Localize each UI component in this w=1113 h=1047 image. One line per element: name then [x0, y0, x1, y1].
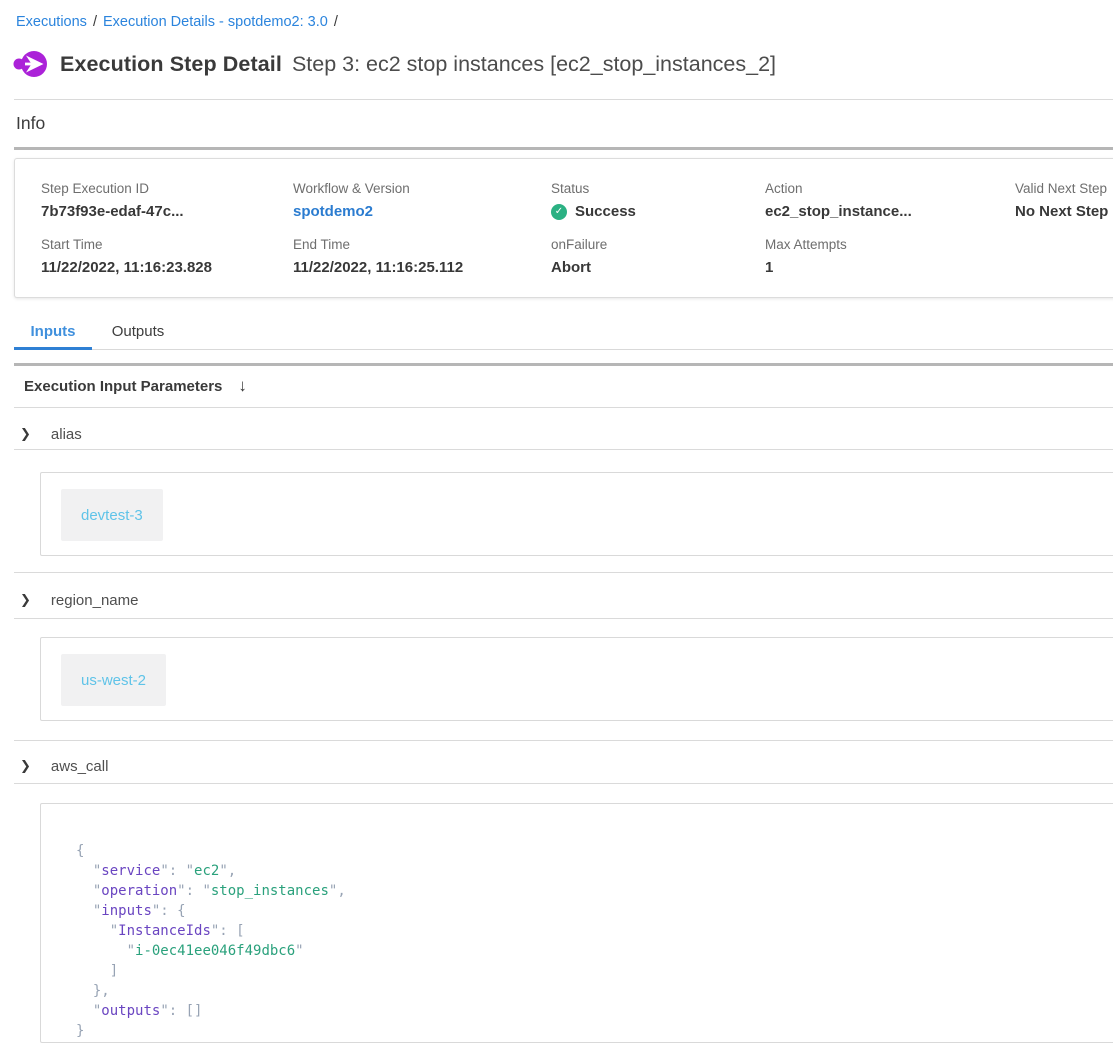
- info-field-action: Action ec2_stop_instance...: [765, 181, 1015, 220]
- chevron-right-icon: ❯: [20, 592, 31, 608]
- info-field-workflow-version: Workflow & Version spotdemo2: [293, 181, 551, 220]
- info-field-value: No Next Step: [1015, 203, 1113, 220]
- info-divider: [14, 147, 1113, 150]
- workflow-logo-icon: [13, 47, 47, 81]
- title-divider: [14, 99, 1113, 100]
- params-header: Execution Input Parameters ↓: [24, 376, 247, 396]
- info-field-label: Workflow & Version: [293, 181, 551, 196]
- param-row-alias[interactable]: ❯ alias: [14, 420, 1113, 448]
- tab-outputs-label: Outputs: [112, 323, 165, 340]
- info-field-onfailure: onFailure Abort: [551, 237, 765, 276]
- param-value-panel-aws-call: { "service": "ec2", "operation": "stop_i…: [40, 803, 1113, 1043]
- param-name: region_name: [51, 592, 139, 609]
- breadcrumb-link-executions[interactable]: Executions: [16, 14, 87, 30]
- page-subtitle: Step 3: ec2 stop instances [ec2_stop_ins…: [292, 52, 776, 77]
- info-field-label: Step Execution ID: [41, 181, 293, 196]
- breadcrumb-separator: /: [334, 14, 338, 30]
- page-header: Execution Step Detail Step 3: ec2 stop i…: [13, 47, 776, 81]
- param-name: alias: [51, 426, 82, 443]
- info-field-valid-next-step: Valid Next Step No Next Step: [1015, 181, 1113, 220]
- info-field-label: Max Attempts: [765, 237, 1015, 252]
- param-value-chip: us-west-2: [61, 654, 166, 706]
- info-field-label: onFailure: [551, 237, 765, 252]
- info-heading: Info: [16, 113, 45, 134]
- param-value-panel-region-name: us-west-2: [40, 637, 1113, 721]
- divider: [14, 449, 1113, 450]
- divider: [14, 407, 1113, 408]
- info-field-status: Status ✓ Success: [551, 181, 765, 220]
- active-tab-indicator: [14, 347, 92, 350]
- info-field-label: Action: [765, 181, 1015, 196]
- param-value-panel-alias: devtest-3: [40, 472, 1113, 556]
- info-field-value: 11/22/2022, 11:16:23.828: [41, 259, 293, 276]
- check-circle-icon: ✓: [551, 204, 567, 220]
- info-field-step-execution-id: Step Execution ID 7b73f93e-edaf-47c...: [41, 181, 293, 220]
- info-field-value: 7b73f93e-edaf-47c...: [41, 203, 293, 220]
- breadcrumb-link-execution-details[interactable]: Execution Details - spotdemo2: 3.0: [103, 14, 328, 30]
- status-badge: ✓ Success: [551, 203, 765, 220]
- param-row-region-name[interactable]: ❯ region_name: [14, 586, 1113, 614]
- section-divider: [14, 363, 1113, 366]
- breadcrumb-separator: /: [93, 14, 97, 30]
- info-field-label: End Time: [293, 237, 551, 252]
- info-field-label: Start Time: [41, 237, 293, 252]
- param-name: aws_call: [51, 758, 109, 775]
- info-field-value: Abort: [551, 259, 765, 276]
- tab-inputs[interactable]: Inputs: [14, 316, 92, 349]
- divider: [14, 740, 1113, 741]
- divider: [14, 572, 1113, 573]
- chevron-right-icon: ❯: [20, 426, 31, 442]
- status-text: Success: [575, 203, 636, 220]
- workflow-version-link[interactable]: spotdemo2: [293, 203, 373, 220]
- tab-bar: Inputs Outputs: [14, 316, 1113, 350]
- param-row-aws-call[interactable]: ❯ aws_call: [14, 752, 1113, 780]
- breadcrumb: Executions / Execution Details - spotdemo2…: [16, 14, 344, 30]
- info-field-value: 11/22/2022, 11:16:25.112: [293, 259, 551, 276]
- info-field-start-time: Start Time 11/22/2022, 11:16:23.828: [41, 237, 293, 276]
- info-card: Step Execution ID 7b73f93e-edaf-47c... W…: [14, 158, 1113, 298]
- info-field-value: 1: [765, 259, 1015, 276]
- tab-inputs-label: Inputs: [31, 323, 76, 340]
- divider: [14, 783, 1113, 784]
- info-field-label: Status: [551, 181, 765, 196]
- divider: [14, 618, 1113, 619]
- info-field-max-attempts: Max Attempts 1: [765, 237, 1015, 276]
- info-field-value: ec2_stop_instance...: [765, 203, 1015, 220]
- param-value-chip: devtest-3: [61, 489, 163, 541]
- params-header-label: Execution Input Parameters: [24, 378, 222, 395]
- execution-step-detail-page: Executions / Execution Details - spotdemo2…: [0, 0, 1113, 1047]
- info-field-label: Valid Next Step: [1015, 181, 1113, 196]
- arrow-down-icon[interactable]: ↓: [238, 376, 247, 396]
- tab-outputs[interactable]: Outputs: [92, 316, 184, 349]
- chevron-right-icon: ❯: [20, 758, 31, 774]
- info-field-end-time: End Time 11/22/2022, 11:16:25.112: [293, 237, 551, 276]
- page-title: Execution Step Detail: [60, 52, 282, 77]
- json-code: { "service": "ec2", "operation": "stop_i…: [76, 841, 346, 1041]
